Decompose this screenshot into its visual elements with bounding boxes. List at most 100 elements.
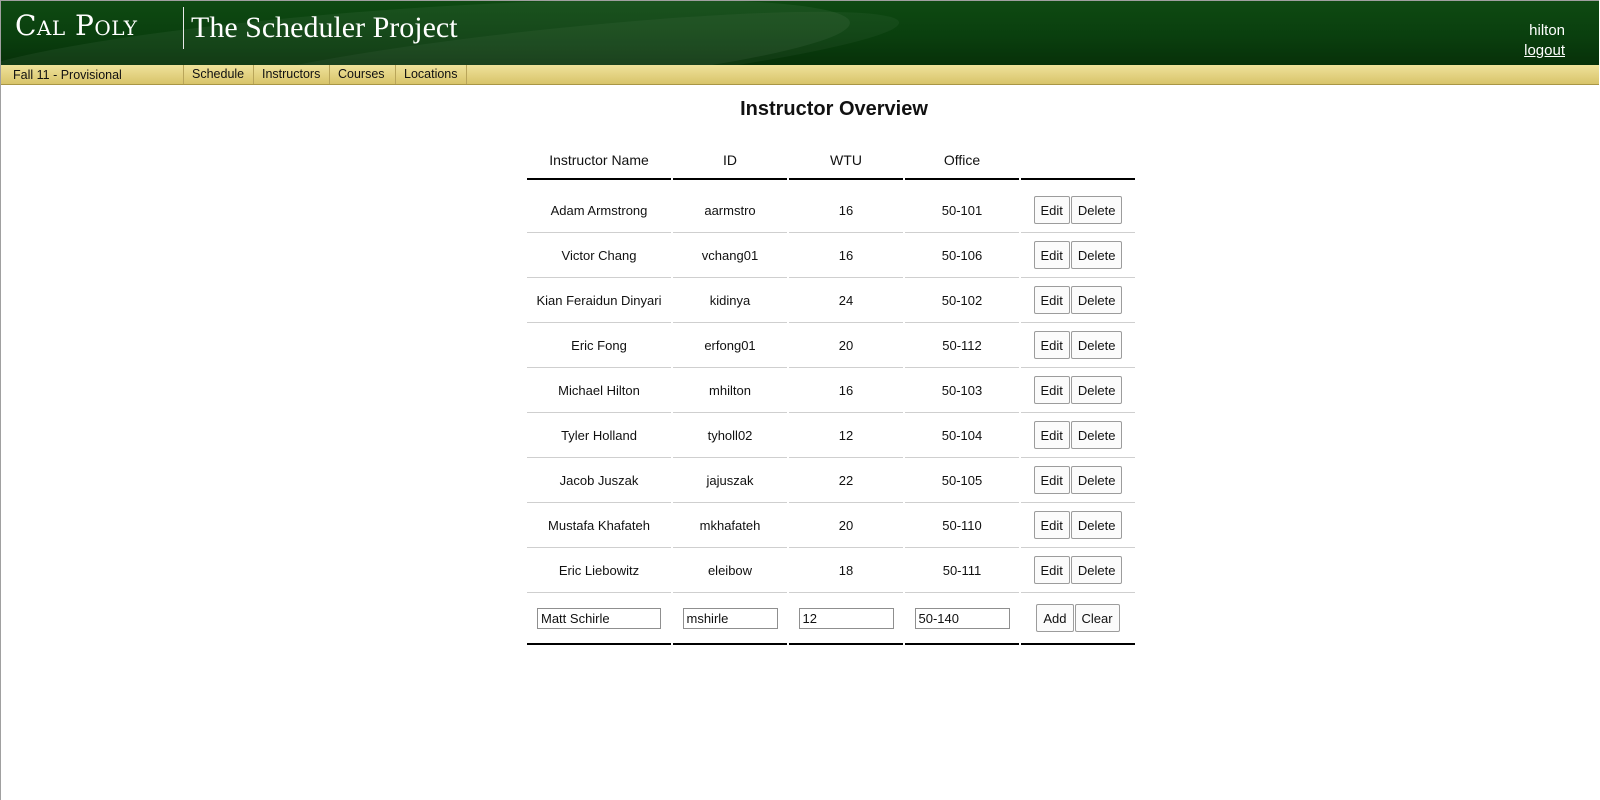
cell-wtu: 22 [789, 458, 903, 503]
cell-name: Adam Armstrong [527, 180, 671, 233]
cell-name: Kian Feraidun Dinyari [527, 278, 671, 323]
cell-actions: Edit Delete [1021, 180, 1135, 233]
cell-name: Eric Liebowitz [527, 548, 671, 593]
delete-button[interactable]: Delete [1070, 511, 1123, 539]
delete-button[interactable]: Delete [1070, 556, 1123, 584]
edit-button[interactable]: Edit [1033, 556, 1070, 584]
cell-id: eleibow [673, 548, 787, 593]
cell-id: tyholl02 [673, 413, 787, 458]
cell-id: erfong01 [673, 323, 787, 368]
add-button[interactable]: Add [1036, 604, 1074, 632]
wtu-input[interactable] [798, 607, 894, 629]
table-row: Jacob Juszak jajuszak 22 50-105 Edit Dele… [527, 458, 1135, 503]
cell-office: 50-105 [905, 458, 1019, 503]
cell-actions: Edit Delete [1021, 548, 1135, 593]
cell-id: jajuszak [673, 458, 787, 503]
cell-wtu: 16 [789, 180, 903, 233]
logout-link[interactable]: logout [1524, 42, 1565, 59]
cell-office-input [905, 593, 1019, 645]
cell-actions: Edit Delete [1021, 278, 1135, 323]
cell-wtu: 20 [789, 503, 903, 548]
cell-wtu: 20 [789, 323, 903, 368]
cell-wtu: 16 [789, 233, 903, 278]
nav-bar: Fall 11 - Provisional Schedule Instructo… [1, 65, 1599, 85]
user-box: hilton logout [1524, 21, 1565, 61]
edit-button[interactable]: Edit [1033, 286, 1070, 314]
cell-name: Victor Chang [527, 233, 671, 278]
delete-button[interactable]: Delete [1070, 466, 1123, 494]
cell-actions: Edit Delete [1021, 413, 1135, 458]
cell-name: Jacob Juszak [527, 458, 671, 503]
page-title: Instructor Overview [740, 98, 928, 120]
table-header-row: Instructor Name ID WTU Office [527, 142, 1135, 180]
column-header-actions [1021, 142, 1135, 180]
edit-button[interactable]: Edit [1033, 376, 1070, 404]
cell-office: 50-104 [905, 413, 1019, 458]
delete-button[interactable]: Delete [1070, 196, 1123, 224]
cell-office: 50-106 [905, 233, 1019, 278]
edit-button[interactable]: Edit [1033, 466, 1070, 494]
new-instructor-row: AddClear [527, 593, 1135, 645]
table-row: Victor Chang vchang01 16 50-106 Edit Dele… [527, 233, 1135, 278]
edit-button[interactable]: Edit [1033, 196, 1070, 224]
cell-id: mkhafateh [673, 503, 787, 548]
table-row: Kian Feraidun Dinyari kidinya 24 50-102 … [527, 278, 1135, 323]
edit-button[interactable]: Edit [1033, 241, 1070, 269]
cell-name-input [527, 593, 671, 645]
nav-locations[interactable]: Locations [395, 65, 467, 84]
table-row: Michael Hilton mhilton 16 50-103 Edit Del… [527, 368, 1135, 413]
page: Cal Poly The Scheduler Project hilton lo… [0, 0, 1599, 800]
delete-button[interactable]: Delete [1070, 241, 1123, 269]
cell-wtu: 16 [789, 368, 903, 413]
cell-office: 50-101 [905, 180, 1019, 233]
delete-button[interactable]: Delete [1070, 376, 1123, 404]
cell-id: mhilton [673, 368, 787, 413]
header-banner: Cal Poly The Scheduler Project hilton lo… [1, 1, 1599, 65]
delete-button[interactable]: Delete [1070, 286, 1123, 314]
column-header-name: Instructor Name [527, 142, 671, 180]
cell-id: kidinya [673, 278, 787, 323]
office-input[interactable] [914, 607, 1010, 629]
table-row: Eric Liebowitz eleibow 18 50-111 Edit Del… [527, 548, 1135, 593]
cell-wtu: 18 [789, 548, 903, 593]
table-row: Mustafa Khafateh mkhafateh 20 50-110 Edi… [527, 503, 1135, 548]
cell-office: 50-111 [905, 548, 1019, 593]
table-row: Eric Fong erfong01 20 50-112 Edit Delete [527, 323, 1135, 368]
cell-actions: Edit Delete [1021, 503, 1135, 548]
nav-schedule[interactable]: Schedule [183, 65, 252, 84]
clear-button[interactable]: Clear [1074, 604, 1120, 632]
table-row: Tyler Holland tyholl02 12 50-104 Edit Del… [527, 413, 1135, 458]
instructor-table-container: Instructor Name ID WTU Office Adam Armst… [525, 142, 1140, 645]
nav-courses[interactable]: Courses [329, 65, 393, 84]
cell-name: Mustafa Khafateh [527, 503, 671, 548]
header-divider [183, 7, 184, 49]
delete-button[interactable]: Delete [1070, 421, 1123, 449]
delete-button[interactable]: Delete [1070, 331, 1123, 359]
edit-button[interactable]: Edit [1033, 511, 1070, 539]
cell-id: aarmstro [673, 180, 787, 233]
edit-button[interactable]: Edit [1033, 331, 1070, 359]
nav-instructors[interactable]: Instructors [253, 65, 328, 84]
column-header-office: Office [905, 142, 1019, 180]
cell-id-input [673, 593, 787, 645]
instructor-name-input[interactable] [537, 607, 661, 629]
edit-button[interactable]: Edit [1033, 421, 1070, 449]
cell-wtu: 12 [789, 413, 903, 458]
username: hilton [1529, 22, 1565, 39]
cell-office: 50-102 [905, 278, 1019, 323]
cell-wtu-input [789, 593, 903, 645]
cell-office: 50-103 [905, 368, 1019, 413]
cell-id: vchang01 [673, 233, 787, 278]
cell-name: Tyler Holland [527, 413, 671, 458]
cal-poly-logo: Cal Poly [15, 9, 138, 42]
cell-actions: Edit Delete [1021, 458, 1135, 503]
cell-office: 50-110 [905, 503, 1019, 548]
instructor-id-input[interactable] [682, 607, 778, 629]
cell-add-actions: Add Clear [1021, 593, 1135, 645]
app-title: The Scheduler Project [191, 11, 458, 44]
cell-name: Eric Fong [527, 323, 671, 368]
cell-actions: Edit Delete [1021, 368, 1135, 413]
instructor-table: Instructor Name ID WTU Office Adam Armst… [525, 142, 1137, 645]
column-header-wtu: WTU [789, 142, 903, 180]
cell-actions: Edit Delete [1021, 323, 1135, 368]
